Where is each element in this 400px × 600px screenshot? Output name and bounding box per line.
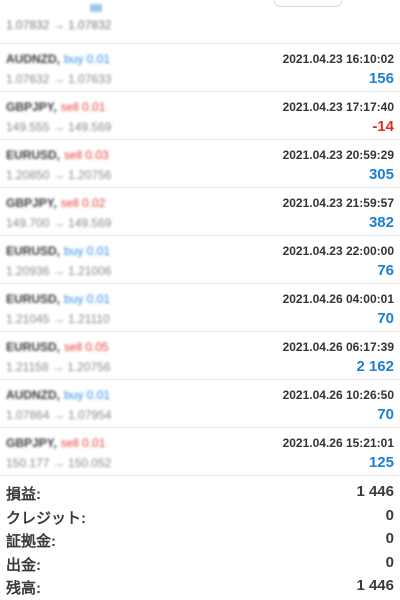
trade-symbol: EURUSD, buy 0.01 <box>6 292 111 306</box>
trade-row[interactable]: AUDNZD, buy 0.01 1.07632 → 1.07633 2021.0… <box>0 44 400 92</box>
trade-row[interactable]: EURUSD, sell 0.03 1.20850 → 1.20756 2021.… <box>0 140 400 188</box>
summary-label: クレジット: <box>6 509 86 527</box>
trade-close-time: 2021.04.26 10:26:50 <box>282 388 394 402</box>
summary-value: 1 446 <box>356 577 394 594</box>
trade-symbol: EURUSD, sell 0.03 <box>6 148 109 162</box>
summary-row-profit: 損益: 1 446 <box>0 480 400 504</box>
trade-row[interactable]: EURUSD, buy 0.01 1.20936 → 1.21006 2021.0… <box>0 236 400 284</box>
trade-symbol: GBPJPY, sell 0.01 <box>6 100 106 114</box>
trade-close-time: 2021.04.23 16:10:02 <box>282 52 394 66</box>
trade-profit: 305 <box>368 166 394 183</box>
trade-profit: 2 162 <box>356 358 394 375</box>
trade-side: buy 0.01 <box>64 52 111 66</box>
summary-row-margin: 証拠金: 0 <box>0 527 400 551</box>
trade-symbol: AUDNZD, buy 0.01 <box>6 52 111 66</box>
trade-symbol: GBPJPY, sell 0.01 <box>6 436 106 450</box>
trade-prices: 1.21045 → 1.21110 <box>6 312 110 326</box>
summary-row-withdrawal: 出金: 0 <box>0 551 400 575</box>
trade-profit: 125 <box>368 454 394 471</box>
summary-value: 0 <box>385 530 394 547</box>
trade-row[interactable]: EURUSD, buy 0.01 1.21045 → 1.21110 2021.0… <box>0 284 400 332</box>
trade-side: sell 0.03 <box>64 148 109 162</box>
side-mark <box>90 4 102 12</box>
trade-row[interactable]: GBPJPY, sell 0.01 149.555 → 149.569 2021.… <box>0 92 400 140</box>
trade-close-time: 2021.04.23 22:00:00 <box>282 244 394 258</box>
summary-label: 損益: <box>6 486 41 503</box>
trade-close-time: 2021.04.26 15:21:01 <box>282 436 394 450</box>
trade-side: buy 0.01 <box>64 244 111 258</box>
summary-label: 証拠金: <box>6 533 56 550</box>
summary-label: 残高: <box>6 580 41 597</box>
trade-close-time: 2021.04.26 04:00:01 <box>282 292 394 306</box>
trade-prices: 1.07864 → 1.07954 <box>6 408 112 422</box>
trade-side: buy 0.01 <box>64 388 111 402</box>
trade-symbol: GBPJPY, sell 0.02 <box>6 196 106 210</box>
summary-value: 0 <box>385 506 394 524</box>
trade-side: sell 0.02 <box>60 196 106 210</box>
summary-row-balance: 残高: 1 446 <box>0 574 400 598</box>
trade-close-time: 2021.04.26 06:17:39 <box>282 340 394 354</box>
trade-profit: 156 <box>368 70 394 87</box>
trade-side: buy 0.01 <box>64 292 111 306</box>
trade-row[interactable]: GBPJPY, sell 0.01 150.177 → 150.052 2021.… <box>0 428 400 476</box>
summary-value: 0 <box>385 553 394 571</box>
trade-close-time: 2021.04.23 17:17:40 <box>282 100 394 114</box>
trade-row[interactable]: GBPJPY, sell 0.02 149.700 → 149.569 2021.… <box>0 188 400 236</box>
trade-profit: -14 <box>372 118 394 135</box>
trade-side: sell 0.01 <box>60 436 106 450</box>
trade-prices: 150.177 → 150.052 <box>6 456 112 470</box>
trade-profit: 382 <box>368 214 394 231</box>
trade-symbol: EURUSD, sell 0.05 <box>6 340 109 354</box>
summary-row-credit: クレジット: 0 <box>0 504 400 528</box>
trade-profit: 76 <box>377 262 394 279</box>
trade-side: sell 0.01 <box>60 100 106 114</box>
trade-row[interactable]: EURUSD, sell 0.05 1.21158 → 1.20756 2021.… <box>0 332 400 380</box>
trade-prices: 1.20936 → 1.21006 <box>6 264 112 278</box>
top-tab-button[interactable] <box>274 0 342 7</box>
trade-row[interactable]: AUDNZD, buy 0.01 1.07864 → 1.07954 2021.0… <box>0 380 400 428</box>
trade-prices: 1.07632 → 1.07633 <box>6 72 112 86</box>
trade-prices: 1.20850 → 1.20756 <box>6 168 112 182</box>
trade-side: sell 0.05 <box>64 340 109 354</box>
trade-close-time: 2021.04.23 21:59:57 <box>282 196 394 210</box>
trade-prices: 1.07832 → 1.07832 <box>6 18 112 32</box>
account-summary: 損益: 1 446 クレジット: 0 証拠金: 0 出金: 0 残高: 1 44… <box>0 480 400 598</box>
trade-profit: 70 <box>377 406 394 423</box>
trade-symbol: EURUSD, buy 0.01 <box>6 244 111 258</box>
summary-label: 出金: <box>6 556 41 574</box>
trade-profit: 70 <box>377 310 394 327</box>
trade-close-time: 2021.04.23 20:59:29 <box>282 148 394 162</box>
trade-history-list: AUDNZD, buy 0.01 1.07632 → 1.07633 2021.0… <box>0 44 400 476</box>
trade-prices: 149.555 → 149.569 <box>6 120 112 134</box>
trade-prices: 1.21158 → 1.20756 <box>6 360 111 374</box>
trade-symbol: AUDNZD, buy 0.01 <box>6 388 111 402</box>
previous-trade-fragment: 1.07832 → 1.07832 <box>0 0 400 44</box>
trade-prices: 149.700 → 149.569 <box>6 216 112 230</box>
summary-value: 1 446 <box>356 483 394 500</box>
